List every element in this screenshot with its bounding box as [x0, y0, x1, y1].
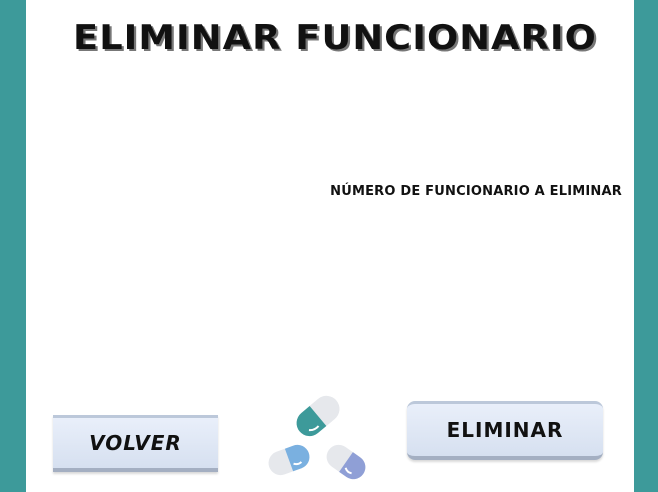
back-button[interactable]: VOLVER [53, 415, 218, 472]
pills-icon [262, 390, 372, 482]
left-frame-bar [0, 0, 26, 492]
right-frame-bar [634, 0, 658, 492]
page-title: ELIMINAR FUNCIONARIO [73, 18, 597, 58]
employee-number-label: NÚMERO DE FUNCIONARIO A ELIMINAR [330, 184, 622, 199]
delete-button[interactable]: ELIMINAR [407, 401, 603, 460]
